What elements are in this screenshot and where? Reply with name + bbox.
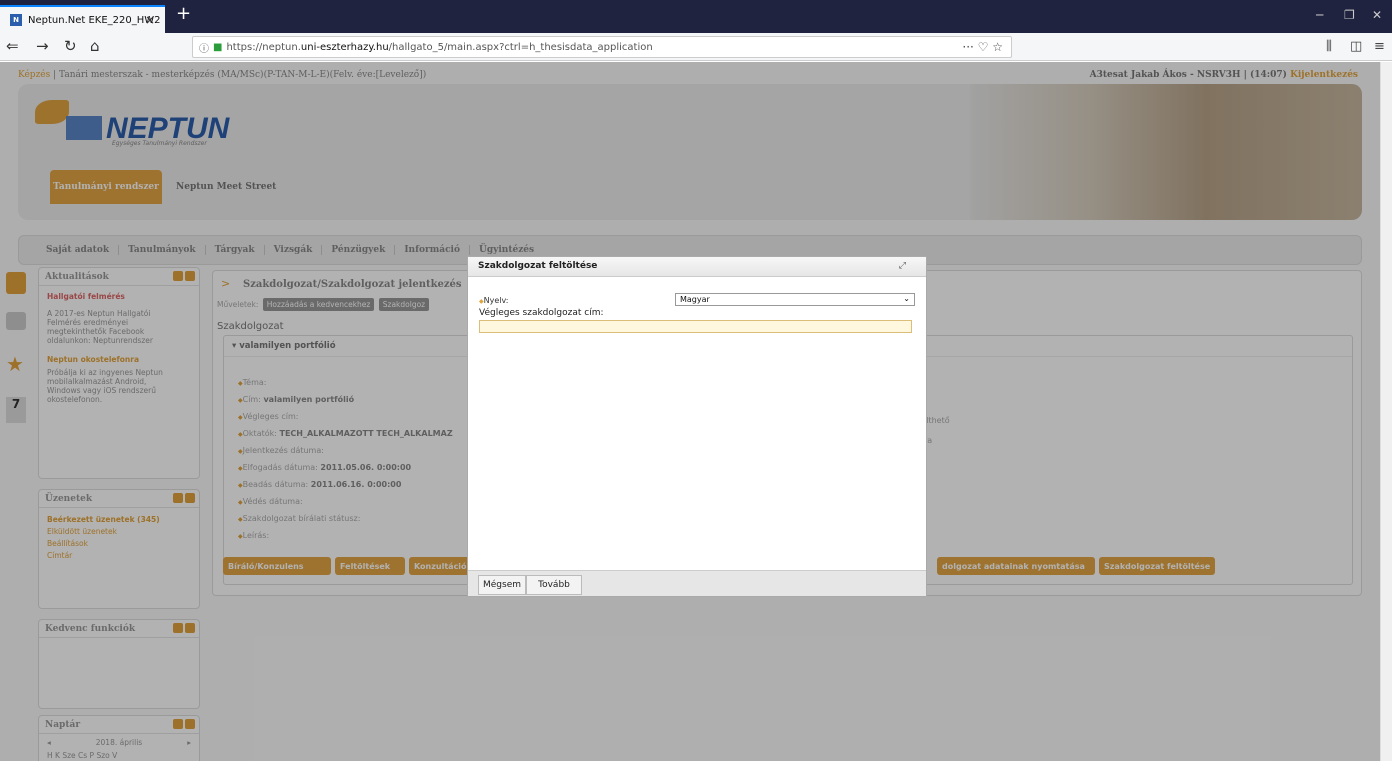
info-icon[interactable]: ⓘ bbox=[199, 40, 209, 55]
url-path: /hallgato_5/main.aspx?ctrl=h_thesisdata_… bbox=[388, 41, 653, 53]
upload-dialog: Szakdolgozat feltöltése ⤢ Nyelv: Magyar … bbox=[467, 256, 927, 597]
menu-icon[interactable]: ≡ bbox=[1374, 39, 1385, 54]
final-title-input[interactable] bbox=[479, 320, 912, 333]
language-label: Nyelv: bbox=[479, 296, 509, 305]
language-value: Magyar bbox=[680, 295, 710, 304]
neptun-favicon-icon: N bbox=[10, 14, 22, 26]
next-button[interactable]: Tovább bbox=[526, 575, 582, 595]
chevron-down-icon: ⌄ bbox=[903, 294, 910, 303]
library-icon[interactable]: ⫼ bbox=[1326, 39, 1332, 54]
cancel-button[interactable]: Mégsem bbox=[478, 575, 526, 595]
forward-icon[interactable]: → bbox=[36, 37, 49, 55]
close-window-icon[interactable]: ✕ bbox=[1372, 8, 1382, 22]
maximize-icon[interactable]: ❐ bbox=[1344, 8, 1355, 22]
sidebar-icon[interactable]: ◫ bbox=[1350, 39, 1362, 54]
dialog-footer: Mégsem Tovább bbox=[468, 570, 926, 596]
url-domain: uni-eszterhazy.hu bbox=[300, 41, 389, 53]
final-title-label: Végleges szakdolgozat cím: bbox=[479, 308, 604, 318]
lock-icon: ■ bbox=[213, 41, 223, 53]
dialog-header: Szakdolgozat feltöltése ⤢ bbox=[468, 257, 926, 277]
tab-title: Neptun.Net EKE_220_HW2 bbox=[28, 14, 161, 26]
reload-icon[interactable]: ↻ bbox=[64, 37, 77, 55]
back-icon[interactable]: ⇐ bbox=[6, 37, 19, 55]
minimize-icon[interactable]: ─ bbox=[1316, 8, 1323, 22]
page-actions-icon[interactable]: ··· ♡ ☆ bbox=[962, 40, 1003, 54]
browser-navbar: ⇐ → ↻ ⌂ ⓘ ■ https://neptun. uni-eszterhaz… bbox=[0, 33, 1392, 61]
dialog-title: Szakdolgozat feltöltése bbox=[478, 261, 598, 271]
browser-tab[interactable]: N Neptun.Net EKE_220_HW2 × bbox=[0, 5, 165, 33]
address-bar[interactable]: ⓘ ■ https://neptun. uni-eszterhazy.hu/hal… bbox=[192, 36, 1012, 58]
browser-tabbar: N Neptun.Net EKE_220_HW2 × + ─ ❐ ✕ bbox=[0, 0, 1392, 33]
tab-close-icon[interactable]: × bbox=[145, 13, 155, 27]
home-icon[interactable]: ⌂ bbox=[90, 37, 100, 55]
language-select[interactable]: Magyar ⌄ bbox=[675, 293, 915, 306]
new-tab-button[interactable]: + bbox=[176, 3, 191, 24]
url-prefix: https://neptun. bbox=[226, 41, 301, 53]
maximize-dialog-icon[interactable]: ⤢ bbox=[899, 261, 906, 271]
page-scrollbar[interactable] bbox=[1380, 62, 1392, 761]
